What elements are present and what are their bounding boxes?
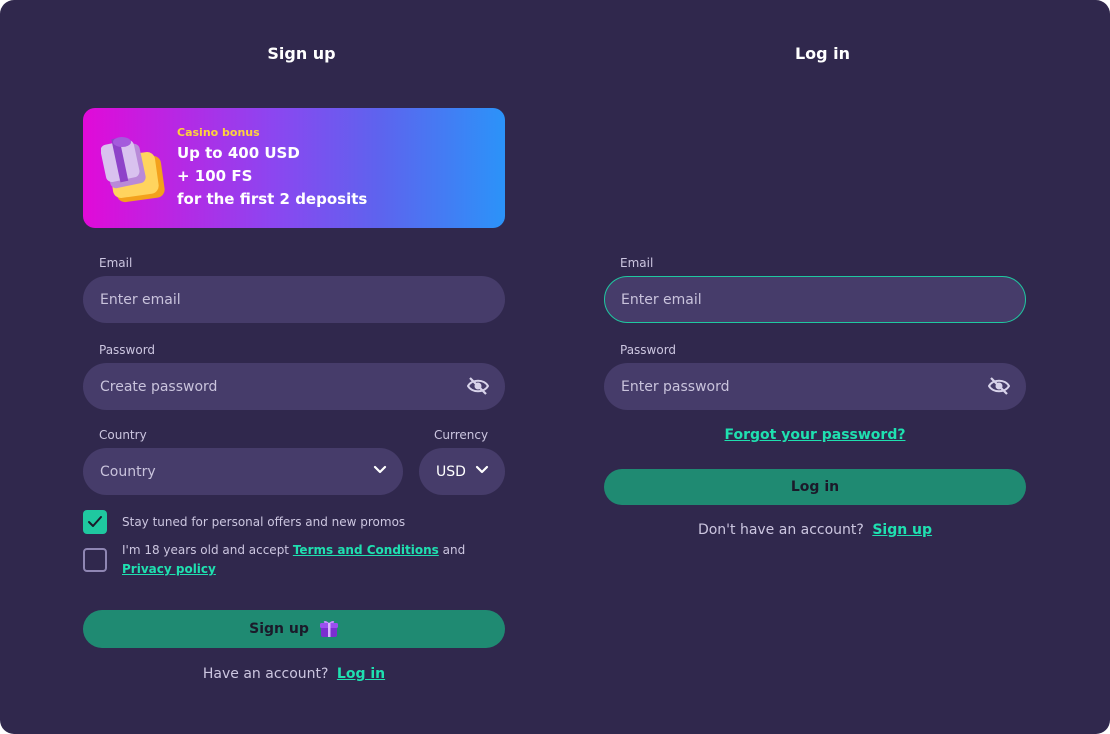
forgot-password-row: Forgot your password? [604, 427, 1026, 443]
terms-link[interactable]: Terms and Conditions [293, 543, 439, 557]
forgot-password-link[interactable]: Forgot your password? [725, 427, 906, 443]
signup-password-input[interactable]: Create password [83, 363, 505, 410]
signup-button-label: Sign up [249, 621, 309, 637]
signup-password-placeholder: Create password [100, 378, 218, 395]
signup-email-placeholder: Enter email [100, 291, 181, 308]
currency-value: USD [436, 463, 466, 480]
privacy-link[interactable]: Privacy policy [122, 562, 216, 576]
signup-footer-text: Have an account? [202, 666, 329, 682]
casino-bonus-banner[interactable]: Casino bonus Up to 400 USD + 100 FS for … [83, 108, 505, 228]
signup-email-input[interactable]: Enter email [83, 276, 505, 323]
promos-text: Stay tuned for personal offers and new p… [122, 515, 406, 529]
country-label: Country [99, 428, 147, 442]
gift-icon [319, 620, 338, 637]
age-text-prefix: I'm 18 years old and accept [122, 543, 293, 557]
age-terms-text: I'm 18 years old and accept Terms and Co… [122, 541, 502, 579]
chevron-down-icon [475, 465, 489, 474]
age-text-and: and [438, 543, 466, 557]
checkmark-icon [88, 516, 102, 527]
login-password-input[interactable]: Enter password [604, 363, 1026, 410]
login-button-label: Log in [790, 479, 840, 495]
login-title: Log in [794, 44, 851, 63]
login-email-placeholder: Enter email [621, 291, 702, 308]
login-link[interactable]: Log in [337, 666, 385, 682]
signup-email-label: Email [99, 256, 133, 270]
eye-off-icon[interactable] [988, 376, 1010, 396]
currency-label: Currency [434, 428, 489, 442]
banner-line-2: + 100 FS [177, 167, 253, 185]
currency-select[interactable]: USD [419, 448, 505, 495]
login-button[interactable]: Log in [604, 469, 1026, 505]
signup-password-label: Password [99, 343, 156, 357]
signup-title: Sign up [267, 44, 336, 63]
login-footer-text: Don't have an account? [697, 522, 864, 538]
signup-footer: Have an account? Log in [83, 666, 505, 682]
gift-icon [101, 137, 165, 203]
country-value: Country [100, 463, 156, 480]
login-password-placeholder: Enter password [621, 378, 730, 395]
promos-checkbox[interactable] [83, 510, 107, 534]
signup-link[interactable]: Sign up [872, 522, 932, 538]
banner-line-3: for the first 2 deposits [177, 190, 368, 208]
eye-off-icon[interactable] [467, 376, 489, 396]
banner-line-1: Up to 400 USD [177, 144, 300, 162]
login-password-label: Password [620, 343, 677, 357]
login-email-input[interactable]: Enter email [604, 276, 1026, 323]
login-footer: Don't have an account? Sign up [604, 522, 1026, 538]
signup-button[interactable]: Sign up [83, 610, 505, 648]
country-select[interactable]: Country [83, 448, 403, 495]
banner-tag: Casino bonus [177, 126, 260, 139]
chevron-down-icon [373, 465, 387, 474]
auth-panel: Sign up Casino bonus Up to 400 USD + 100… [0, 0, 1110, 734]
age-terms-checkbox[interactable] [83, 548, 107, 572]
login-email-label: Email [620, 256, 654, 270]
